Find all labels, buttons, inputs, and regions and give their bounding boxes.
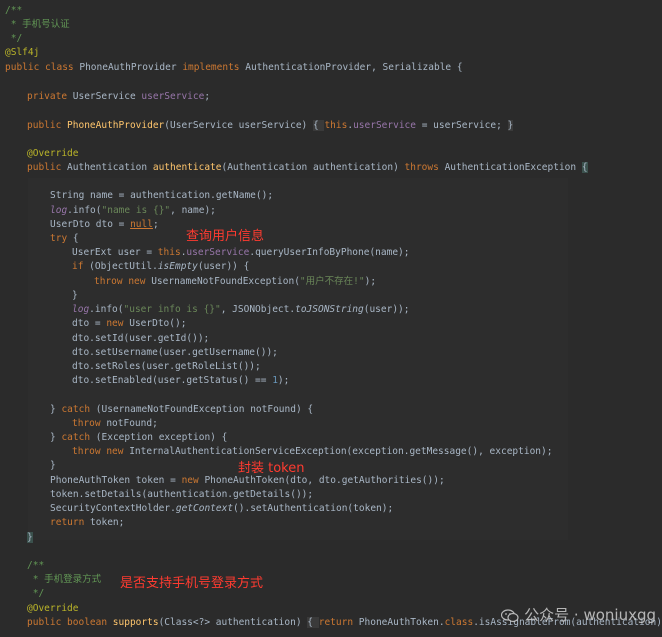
- annotation-supports-phone: 是否支持手机号登录方式: [120, 576, 264, 591]
- code-line-36: */: [27, 588, 45, 599]
- code-line-10: String name = authentication.getName();: [50, 190, 274, 201]
- code-line-26: } catch (Exception exception) {: [50, 432, 228, 443]
- code-editor[interactable]: /** * 手机号认证 */ @Slf4j public class Phone…: [0, 0, 662, 637]
- code-line-30: token.setDetails(authentication.getDetai…: [50, 489, 314, 500]
- code-line-1: /**: [5, 5, 23, 16]
- code-line-12: UserDto dto = null;: [50, 219, 159, 230]
- watermark-text: 公众号 · woniuxgg: [524, 606, 656, 624]
- code-line-31: SecurityContextHolder.getContext().setAu…: [50, 503, 394, 514]
- code-line-14: UserExt user = this.userService.queryUse…: [72, 247, 410, 258]
- code-line-21: dto.setUsername(user.getUsername());: [72, 347, 278, 358]
- annotation-wrap-token: 封装 token: [238, 461, 305, 476]
- code-line-17: }: [72, 290, 78, 301]
- code-line-33: }: [27, 532, 33, 543]
- code-line-15: if (ObjectUtil.isEmpty(user)) {: [72, 261, 250, 272]
- code-line-25: throw notFound;: [72, 418, 158, 429]
- wechat-icon: [501, 608, 519, 622]
- code-line-37: @Override: [27, 603, 79, 614]
- code-line-13: try {: [50, 233, 79, 244]
- code-line-34: /**: [27, 560, 45, 571]
- code-line-11: log.info("name is {}", name);: [50, 205, 216, 216]
- code-line-7: public PhoneAuthProvider(UserService use…: [27, 120, 514, 131]
- code-line-27: throw new InternalAuthenticationServiceE…: [72, 446, 553, 457]
- code-line-2: * 手机号认证: [5, 19, 70, 30]
- code-line-4: @Slf4j: [5, 47, 40, 58]
- code-line-6: private UserService userService;: [27, 91, 211, 102]
- code-line-23: dto.setEnabled(user.getStatus() == 1);: [72, 375, 290, 386]
- code-line-8: @Override: [27, 148, 79, 159]
- code-line-22: dto.setRoles(user.getRoleList());: [72, 361, 261, 372]
- code-line-9: public Authentication authenticate(Authe…: [27, 162, 588, 173]
- code-line-18: log.info("user info is {}", JSONObject.t…: [72, 304, 410, 315]
- watermark: 公众号 · woniuxgg: [501, 604, 656, 625]
- code-line-16: throw new UsernameNotFoundException("用户不…: [94, 276, 377, 287]
- annotation-query-user: 查询用户信息: [186, 229, 265, 244]
- code-line-19: dto = new UserDto();: [72, 318, 187, 329]
- code-line-24: } catch (UsernameNotFoundException notFo…: [50, 404, 314, 415]
- code-line-5: public class PhoneAuthProvider implement…: [5, 62, 463, 73]
- code-line-29: PhoneAuthToken token = new PhoneAuthToke…: [50, 475, 445, 486]
- code-line-3: */: [5, 33, 23, 44]
- code-line-35: * 手机登录方式: [27, 574, 102, 585]
- code-line-20: dto.setId(user.getId());: [72, 333, 210, 344]
- code-line-28: }: [50, 460, 56, 471]
- code-line-32: return token;: [50, 517, 125, 528]
